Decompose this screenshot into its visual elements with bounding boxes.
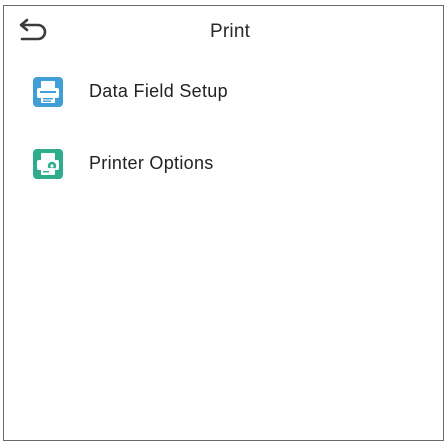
printer-options-icon: [32, 148, 64, 180]
header-bar: Print: [4, 6, 443, 52]
menu-item-label: Printer Options: [89, 153, 214, 173]
back-button[interactable]: [16, 18, 50, 44]
print-screen: Print Data Field Setup Printer Options: [0, 0, 448, 446]
page-title: Print: [210, 21, 251, 42]
screen-frame: Print Data Field Setup Printer Options: [3, 5, 444, 441]
back-arrow-icon: [16, 18, 50, 44]
menu-item-label: Data Field Setup: [89, 81, 228, 101]
menu-item-data-field-setup[interactable]: Data Field Setup: [32, 72, 412, 112]
menu-item-printer-options[interactable]: Printer Options: [32, 144, 412, 184]
data-field-setup-icon: [32, 76, 64, 108]
